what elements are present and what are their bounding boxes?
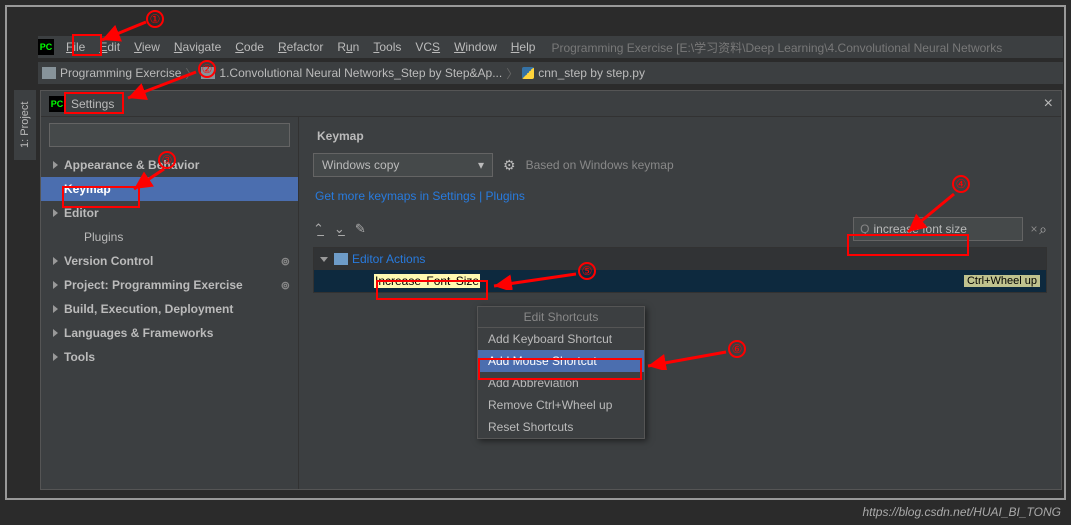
- settings-tree-plugins[interactable]: Plugins: [41, 225, 298, 249]
- menu-code[interactable]: Code: [229, 38, 270, 56]
- folder-icon: [201, 67, 215, 79]
- expand-icon: [53, 209, 58, 217]
- expand-icon: [320, 257, 328, 262]
- gear-icon[interactable]: ⚙: [503, 157, 516, 174]
- action-tree: Editor Actions Increase Font Size Ctrl+W…: [313, 247, 1047, 293]
- menu-vcs[interactable]: VCS: [409, 38, 446, 56]
- menu-window[interactable]: Window: [448, 38, 503, 56]
- edit-icon[interactable]: ✎: [355, 221, 366, 237]
- app-icon: PC: [49, 96, 65, 112]
- action-search-field[interactable]: Q ×: [853, 217, 1023, 241]
- menubar: PC File Edit View Navigate Code Refactor…: [38, 36, 1063, 58]
- action-search-input[interactable]: [874, 222, 1029, 236]
- dialog-titlebar: PC Settings ×: [41, 91, 1061, 117]
- menu-help[interactable]: Help: [505, 38, 542, 56]
- window-title: Programming Exercise [E:\学习资料\Deep Learn…: [551, 39, 1002, 56]
- python-file-icon: [522, 67, 534, 79]
- settings-tree-tools[interactable]: Tools: [41, 345, 298, 369]
- keymap-select[interactable]: Windows copy ▾: [313, 153, 493, 177]
- close-button[interactable]: ×: [1044, 95, 1053, 113]
- breadcrumb-folder[interactable]: 1.Convolutional Neural Networks_Step by …: [219, 66, 502, 80]
- clear-search-icon[interactable]: ×: [1029, 222, 1040, 236]
- context-remove-ctrl-wheel-up[interactable]: Remove Ctrl+Wheel up: [478, 394, 644, 416]
- action-increase-font-size[interactable]: Increase Font Size Ctrl+Wheel up: [314, 270, 1046, 292]
- project-scope-icon: ⊚: [281, 279, 290, 292]
- breadcrumb-root[interactable]: Programming Exercise: [60, 66, 181, 80]
- settings-tree-languages-frameworks[interactable]: Languages & Frameworks: [41, 321, 298, 345]
- settings-tree-editor[interactable]: Editor: [41, 201, 298, 225]
- expand-icon: [53, 281, 58, 289]
- expand-icon: [53, 329, 58, 337]
- menu-tools[interactable]: Tools: [367, 38, 407, 56]
- context-add-mouse-shortcut[interactable]: Add Mouse Shortcut: [478, 350, 644, 372]
- shortcut-badge: Ctrl+Wheel up: [964, 275, 1040, 287]
- breadcrumb-file[interactable]: cnn_step by step.py: [538, 66, 645, 80]
- menu-edit[interactable]: Edit: [93, 38, 126, 56]
- settings-content-panel: Keymap Windows copy ▾ ⚙ Based on Windows…: [299, 117, 1061, 489]
- expand-icon: [53, 353, 58, 361]
- settings-tree-panel: Appearance & BehaviorKeymapEditorPlugins…: [41, 117, 299, 489]
- folder-icon: [42, 67, 56, 79]
- breadcrumb: Programming Exercise 〉 1.Convolutional N…: [38, 62, 1063, 84]
- find-by-shortcut-icon[interactable]: ⌕: [1039, 221, 1047, 238]
- settings-tree-build-execution-deployment[interactable]: Build, Execution, Deployment: [41, 297, 298, 321]
- settings-tree-keymap[interactable]: Keymap: [41, 177, 298, 201]
- menu-run[interactable]: Run: [331, 38, 365, 56]
- chevron-right-icon: 〉: [185, 65, 197, 82]
- settings-tree-project-programming-exercise[interactable]: Project: Programming Exercise⊚: [41, 273, 298, 297]
- menu-navigate[interactable]: Navigate: [168, 38, 227, 56]
- settings-tree-version-control[interactable]: Version Control⊚: [41, 249, 298, 273]
- settings-tree-appearance-behavior[interactable]: Appearance & Behavior: [41, 153, 298, 177]
- watermark: https://blog.csdn.net/HUAI_BI_TONG: [862, 505, 1061, 519]
- project-scope-icon: ⊚: [281, 255, 290, 268]
- context-add-keyboard-shortcut[interactable]: Add Keyboard Shortcut: [478, 328, 644, 350]
- dialog-title: Settings: [71, 97, 114, 111]
- expand-icon: [53, 305, 58, 313]
- settings-search-input[interactable]: [49, 123, 290, 147]
- expand-all-icon[interactable]: ⌃̲: [313, 221, 324, 237]
- page-title: Keymap: [317, 129, 1047, 143]
- expand-icon: [53, 257, 58, 265]
- context-menu: Edit Shortcuts Add Keyboard ShortcutAdd …: [477, 306, 645, 439]
- category-editor-actions[interactable]: Editor Actions: [314, 248, 1046, 270]
- project-tab[interactable]: 1: Project: [14, 90, 36, 160]
- menu-refactor[interactable]: Refactor: [272, 38, 329, 56]
- keymap-select-value: Windows copy: [322, 158, 399, 172]
- search-icon: Q: [860, 222, 869, 236]
- based-on-label: Based on Windows keymap: [526, 158, 674, 172]
- expand-icon: [53, 161, 58, 169]
- collapse-all-icon[interactable]: ⌄̲: [334, 221, 345, 237]
- context-add-abbreviation[interactable]: Add Abbreviation: [478, 372, 644, 394]
- get-more-keymaps-link[interactable]: Get more keymaps in Settings | Plugins: [315, 189, 1047, 203]
- context-menu-title: Edit Shortcuts: [478, 307, 644, 328]
- menu-file[interactable]: File: [60, 38, 91, 56]
- menu-view[interactable]: View: [128, 38, 166, 56]
- chevron-down-icon: ▾: [478, 158, 484, 172]
- app-icon: PC: [38, 39, 54, 55]
- folder-icon: [334, 253, 348, 265]
- chevron-right-icon: 〉: [506, 65, 518, 82]
- context-reset-shortcuts[interactable]: Reset Shortcuts: [478, 416, 644, 438]
